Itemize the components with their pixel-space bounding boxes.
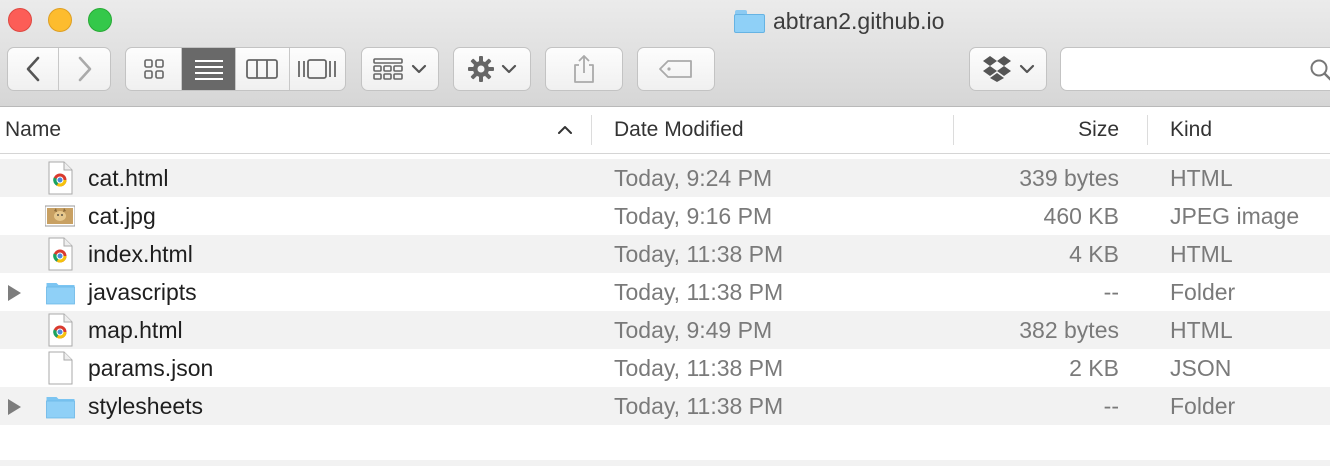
window-title-text: abtran2.github.io: [773, 7, 945, 34]
file-row[interactable]: cat.jpg Today, 9:16 PM 460 KB JPEG image: [0, 197, 1330, 235]
file-name: cat.html: [88, 165, 169, 191]
date-column-label: Date Modified: [614, 118, 744, 141]
arrange-button[interactable]: [361, 47, 439, 91]
share-button[interactable]: [545, 47, 623, 91]
file-row[interactable]: map.html Today, 9:49 PM 382 bytes HTML: [0, 311, 1330, 349]
chrome-html-icon: [48, 313, 73, 347]
file-date-modified: Today, 11:38 PM: [614, 241, 784, 267]
file-kind: JPEG image: [1170, 203, 1300, 229]
size-column-header[interactable]: Size: [954, 107, 1119, 153]
file-name: params.json: [88, 355, 214, 381]
arrange-grid-icon: [373, 58, 403, 80]
chevron-left-icon: [26, 56, 40, 82]
gear-icon: [468, 56, 494, 82]
list-view-icon: [194, 60, 223, 80]
tag-button[interactable]: [637, 47, 715, 91]
blank-document-icon: [48, 351, 73, 385]
image-thumbnail-icon: [45, 205, 75, 227]
back-button[interactable]: [8, 48, 60, 90]
folder-icon: [46, 397, 75, 419]
navigation-buttons: [7, 47, 111, 91]
size-column-label: Size: [1078, 118, 1119, 141]
file-row[interactable]: params.json Today, 11:38 PM 2 KB JSON: [0, 349, 1330, 387]
column-header: Name Date Modified Size Kind: [0, 107, 1330, 154]
chrome-html-icon: [48, 161, 73, 195]
folder-row[interactable]: stylesheets Today, 11:38 PM -- Folder: [0, 387, 1330, 425]
column-divider[interactable]: [1147, 115, 1148, 145]
file-date-modified: Today, 11:38 PM: [614, 279, 784, 305]
file-name: cat.jpg: [88, 203, 156, 229]
column-view-button[interactable]: [236, 48, 290, 90]
file-size: 460 KB: [1043, 203, 1119, 229]
minimize-window-button[interactable]: [48, 8, 72, 32]
name-column-label: Name: [5, 118, 62, 141]
file-date-modified: Today, 9:16 PM: [614, 203, 773, 229]
chevron-down-icon: [501, 64, 517, 74]
kind-column-header[interactable]: Kind: [1170, 107, 1330, 153]
sort-ascending-icon: [558, 126, 572, 134]
file-name: javascripts: [88, 279, 197, 305]
file-kind: HTML: [1170, 317, 1233, 343]
file-date-modified: Today, 11:38 PM: [614, 355, 784, 381]
folder-row[interactable]: javascripts Today, 11:38 PM -- Folder: [0, 273, 1330, 311]
file-kind: Folder: [1170, 393, 1236, 419]
file-name: index.html: [88, 241, 193, 267]
disclosure-triangle-icon[interactable]: [8, 285, 21, 301]
icon-view-icon: [143, 59, 164, 79]
tag-icon: [659, 60, 692, 78]
file-kind: HTML: [1170, 241, 1233, 267]
folder-icon: [46, 283, 75, 305]
chevron-right-icon: [78, 56, 91, 82]
file-size: --: [1103, 279, 1119, 305]
file-row[interactable]: index.html Today, 11:38 PM 4 KB HTML: [0, 235, 1330, 273]
file-date-modified: Today, 9:24 PM: [614, 165, 773, 191]
chevron-down-icon: [411, 64, 427, 74]
date-column-header[interactable]: Date Modified: [614, 107, 952, 153]
chevron-down-icon: [1019, 64, 1035, 74]
chrome-html-icon: [48, 237, 73, 271]
column-divider[interactable]: [591, 115, 592, 145]
file-row[interactable]: cat.html Today, 9:24 PM 339 bytes HTML: [0, 159, 1330, 197]
name-column-header[interactable]: Name: [5, 107, 590, 153]
file-size: --: [1103, 393, 1119, 419]
file-kind: HTML: [1170, 165, 1233, 191]
dropbox-button[interactable]: [969, 47, 1047, 91]
file-name: map.html: [88, 317, 183, 343]
icon-view-button[interactable]: [126, 48, 183, 90]
file-size: 339 bytes: [1019, 165, 1119, 191]
share-icon: [574, 55, 594, 83]
view-mode-selector: [125, 47, 346, 91]
file-list: cat.html Today, 9:24 PM 339 bytes HTML c…: [0, 159, 1330, 425]
list-view-button[interactable]: [182, 48, 236, 90]
kind-column-label: Kind: [1170, 118, 1213, 141]
window-title: abtran2.github.io: [734, 6, 944, 36]
file-kind: Folder: [1170, 279, 1236, 305]
close-window-button[interactable]: [8, 8, 32, 32]
forward-button[interactable]: [59, 48, 110, 90]
disclosure-triangle-icon[interactable]: [8, 399, 21, 415]
folder-icon: [734, 9, 765, 33]
file-date-modified: Today, 9:49 PM: [614, 317, 773, 343]
file-size: 4 KB: [1069, 241, 1119, 267]
file-size: 2 KB: [1069, 355, 1119, 381]
file-date-modified: Today, 11:38 PM: [614, 393, 784, 419]
zoom-window-button[interactable]: [88, 8, 112, 32]
empty-list-area: [0, 460, 1330, 466]
search-input[interactable]: [1060, 47, 1330, 91]
dropbox-icon: [983, 56, 1011, 82]
action-button[interactable]: [453, 47, 531, 91]
file-size: 382 bytes: [1019, 317, 1119, 343]
cover-flow-icon: [298, 59, 337, 79]
file-name: stylesheets: [88, 393, 204, 419]
cover-flow-button[interactable]: [290, 48, 345, 90]
file-kind: JSON: [1170, 355, 1232, 381]
window-toolbar: abtran2.github.io: [0, 0, 1330, 107]
search-icon: [1310, 59, 1330, 81]
column-view-icon: [246, 59, 279, 79]
